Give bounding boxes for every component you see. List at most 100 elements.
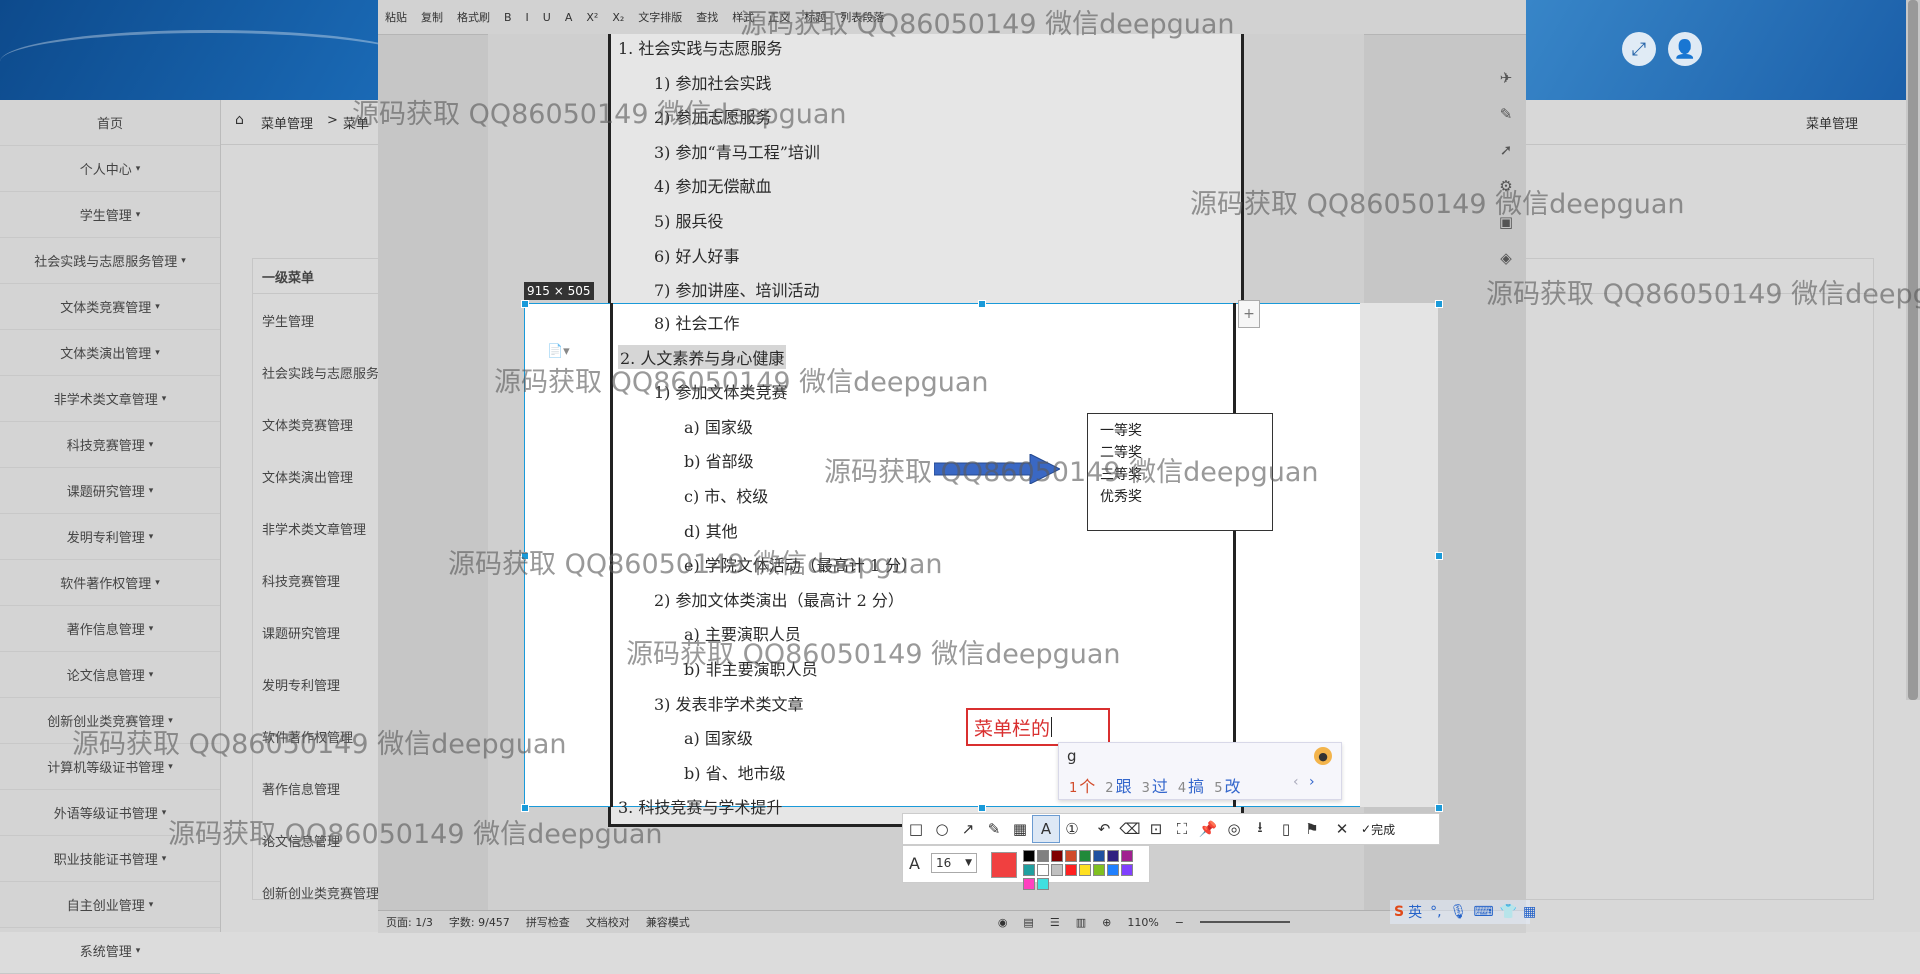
ime-next-icon[interactable]: › [1309,774,1315,790]
mosaic-icon[interactable]: ▦ [1007,816,1033,842]
sidebar-item[interactable]: 课题研究管理 ▾ [0,468,220,514]
ribbon-item[interactable]: B [504,11,512,24]
undo-icon[interactable]: ↶ [1091,816,1117,842]
sidebar-item[interactable]: 系统管理 ▾ [0,928,220,974]
sidebar-item[interactable]: 文体类竞赛管理 ▾ [0,284,220,330]
adjust-icon[interactable]: ⚙ [1486,168,1526,204]
pen-icon[interactable]: ✎ [1486,96,1526,132]
text-annotation[interactable]: 菜单栏的 [966,708,1110,746]
sidebar-item[interactable]: 创新创业类竞赛管理 ▾ [0,698,220,744]
sogou-icon[interactable]: S [1394,904,1404,920]
right-arrow-shape[interactable] [934,454,1060,484]
sidebar-item[interactable]: 社会实践与志愿服务管理 ▾ [0,238,220,284]
pin-icon[interactable]: 📌 [1195,816,1221,842]
ribbon-item[interactable]: 样式 [732,9,754,25]
ime-candidate[interactable]: 5改 [1214,773,1240,797]
resize-handle[interactable] [1435,804,1443,812]
toolbox-icon[interactable]: ▦ [1523,904,1536,920]
color-swatch[interactable] [1065,850,1077,862]
ocr-icon[interactable]: ⊡ [1143,816,1169,842]
read-view-icon[interactable]: ▥ [1076,916,1086,929]
ime-candidate[interactable]: 3过 [1142,773,1168,797]
location-icon[interactable]: ◈ [1486,240,1526,276]
sidebar-item[interactable]: 科技竞赛管理 ▾ [0,422,220,468]
ribbon-item[interactable]: 粘贴 [385,9,407,25]
color-swatch[interactable] [1023,864,1035,876]
rectangle-icon[interactable]: □ [903,816,929,842]
resize-handle[interactable] [521,804,529,812]
color-swatch[interactable] [1079,864,1091,876]
ime-candidate[interactable]: 2跟 [1105,773,1131,797]
ribbon-item[interactable]: U [543,11,551,24]
sidebar-item[interactable]: 发明专利管理 ▾ [0,514,220,560]
ribbon-item[interactable]: 正文 [768,9,790,25]
color-swatch[interactable] [1079,850,1091,862]
ime-prev-icon[interactable]: ‹ [1293,774,1299,790]
image-icon[interactable]: ▣ [1486,204,1526,240]
page-scrollbar-thumb[interactable] [1908,0,1918,700]
resize-handle[interactable] [521,300,529,308]
color-swatch[interactable] [1023,850,1035,862]
current-color-swatch[interactable] [991,852,1017,878]
color-swatch[interactable] [1051,850,1063,862]
resize-handle[interactable] [1435,300,1443,308]
eye-icon[interactable]: ◉ [998,916,1008,929]
cursor-icon[interactable]: ➚ [1486,132,1526,168]
resize-handle[interactable] [978,300,986,308]
sidebar-item[interactable]: 软件著作权管理 ▾ [0,560,220,606]
keyboard-icon[interactable]: ⌨ [1473,904,1493,920]
ribbon-item[interactable]: I [526,11,529,24]
ribbon-item[interactable]: X² [586,11,598,24]
zoom-slider[interactable] [1200,921,1290,923]
ime-candidate[interactable]: 4搞 [1178,773,1204,797]
sidebar-item[interactable]: 论文信息管理 ▾ [0,652,220,698]
page-view-icon[interactable]: ▤ [1023,916,1033,929]
number-marker-icon[interactable]: ① [1059,816,1085,842]
record-icon[interactable]: ◎ [1221,816,1247,842]
ribbon-item[interactable]: 文字排版 [638,9,682,25]
ribbon-item[interactable]: 列表段落 [840,9,884,25]
color-swatch[interactable] [1037,864,1049,876]
phone-icon[interactable]: ▯ [1273,816,1299,842]
ime-candidate-window[interactable]: g ● 1个2跟3过4搞5改 ‹ › [1058,742,1342,800]
color-swatch[interactable] [1121,864,1133,876]
paste-options-icon[interactable]: 📄▾ [547,344,570,359]
rocket-icon[interactable]: ✈ [1486,60,1526,96]
sidebar-item[interactable]: 计算机等级证书管理 ▾ [0,744,220,790]
add-button[interactable]: + [1238,300,1260,328]
arrow-icon[interactable]: ↗ [955,816,981,842]
color-swatch[interactable] [1023,878,1035,890]
sidebar-item[interactable]: 首页 [0,100,220,146]
breadcrumb-home[interactable]: 菜单管理 [261,113,313,132]
punctuation-icon[interactable]: °, [1430,904,1441,920]
color-swatch[interactable] [1065,864,1077,876]
color-swatch[interactable] [1093,850,1105,862]
eraser-icon[interactable]: ⌫ [1117,816,1143,842]
sidebar-item[interactable]: 著作信息管理 ▾ [0,606,220,652]
color-swatch[interactable] [1107,864,1119,876]
resize-handle[interactable] [978,804,986,812]
sidebar-item[interactable]: 个人中心 ▾ [0,146,220,192]
ime-lang[interactable]: 英 [1408,902,1422,922]
sidebar-item[interactable]: 非学术类文章管理 ▾ [0,376,220,422]
long-capture-icon[interactable]: ⛶ [1169,816,1195,842]
done-button[interactable]: ✓ 完成 [1355,821,1401,838]
color-swatch[interactable] [1037,850,1049,862]
ribbon-item[interactable]: A [565,11,573,24]
status-zoom[interactable]: 110% [1127,916,1158,929]
sidebar-item[interactable]: 学生管理 ▾ [0,192,220,238]
sidebar-item[interactable]: 自主创业管理 ▾ [0,882,220,928]
zoom-out-icon[interactable]: − [1175,916,1184,929]
color-swatch[interactable] [1037,878,1049,890]
fullscreen-icon[interactable]: ⤢ [1622,32,1656,66]
ribbon-item[interactable]: 查找 [696,9,718,25]
brush-icon[interactable]: ✎ [981,816,1007,842]
microphone-icon[interactable]: 🎙 [1450,904,1468,920]
font-size-select[interactable]: 16 ▼ [931,853,977,873]
resize-handle[interactable] [1435,552,1443,560]
color-swatch[interactable] [1093,864,1105,876]
ribbon-item[interactable]: 标题 [804,9,826,25]
color-swatch[interactable] [1107,850,1119,862]
prize-levels-box[interactable]: 一等奖 二等奖 三等奖 优秀奖 [1087,413,1273,531]
download-icon[interactable]: ⭳ [1247,816,1273,842]
